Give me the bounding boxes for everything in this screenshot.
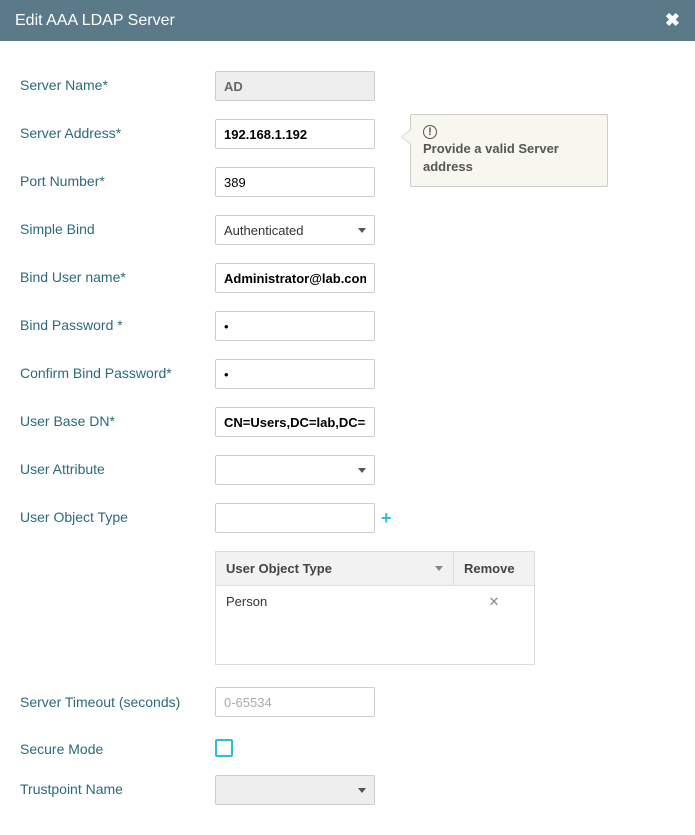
user-base-dn-label: User Base DN* [20, 407, 215, 429]
server-address-label: Server Address* [20, 119, 215, 141]
cell-object-type: Person [216, 586, 454, 618]
sort-icon [435, 566, 443, 571]
table-body: Person ✕ [216, 586, 534, 664]
dialog-header: Edit AAA LDAP Server ✖ [0, 0, 695, 41]
close-icon[interactable]: ✖ [665, 10, 680, 31]
user-object-type-input[interactable] [215, 503, 375, 533]
server-name-input [215, 71, 375, 101]
server-timeout-input[interactable] [215, 687, 375, 717]
server-address-input[interactable] [215, 119, 375, 149]
trustpoint-select[interactable] [215, 775, 375, 805]
confirm-password-input[interactable] [215, 359, 375, 389]
secure-mode-label: Secure Mode [20, 735, 215, 757]
chevron-down-icon [358, 228, 366, 233]
warning-icon: ! [423, 125, 437, 139]
table-row: Person ✕ [216, 586, 534, 618]
th-remove: Remove [454, 552, 534, 585]
confirm-password-label: Confirm Bind Password* [20, 359, 215, 381]
add-icon[interactable]: + [381, 503, 392, 533]
remove-row-button[interactable]: ✕ [454, 586, 534, 618]
chevron-down-icon [358, 788, 366, 793]
chevron-down-icon [358, 468, 366, 473]
bind-user-input[interactable] [215, 263, 375, 293]
user-attribute-select[interactable] [215, 455, 375, 485]
dialog-title: Edit AAA LDAP Server [15, 12, 175, 30]
user-object-type-label: User Object Type [20, 503, 215, 525]
user-attribute-label: User Attribute [20, 455, 215, 477]
simple-bind-label: Simple Bind [20, 215, 215, 237]
th-user-object-type[interactable]: User Object Type [216, 552, 454, 585]
simple-bind-value: Authenticated [224, 223, 304, 238]
user-object-type-table: User Object Type Remove Person ✕ [215, 551, 535, 665]
secure-mode-checkbox[interactable] [215, 739, 233, 757]
bind-password-label: Bind Password * [20, 311, 215, 333]
callout-arrow-icon [401, 129, 411, 145]
bind-user-label: Bind User name* [20, 263, 215, 285]
trustpoint-label: Trustpoint Name [20, 775, 215, 797]
port-number-label: Port Number* [20, 167, 215, 189]
server-name-label: Server Name* [20, 71, 215, 93]
form-body: Server Name* Server Address* ! Provide a… [0, 41, 695, 835]
simple-bind-select[interactable]: Authenticated [215, 215, 375, 245]
table-header: User Object Type Remove [216, 552, 534, 586]
port-number-input[interactable] [215, 167, 375, 197]
server-timeout-label: Server Timeout (seconds) [20, 687, 215, 711]
bind-password-input[interactable] [215, 311, 375, 341]
user-base-dn-input[interactable] [215, 407, 375, 437]
